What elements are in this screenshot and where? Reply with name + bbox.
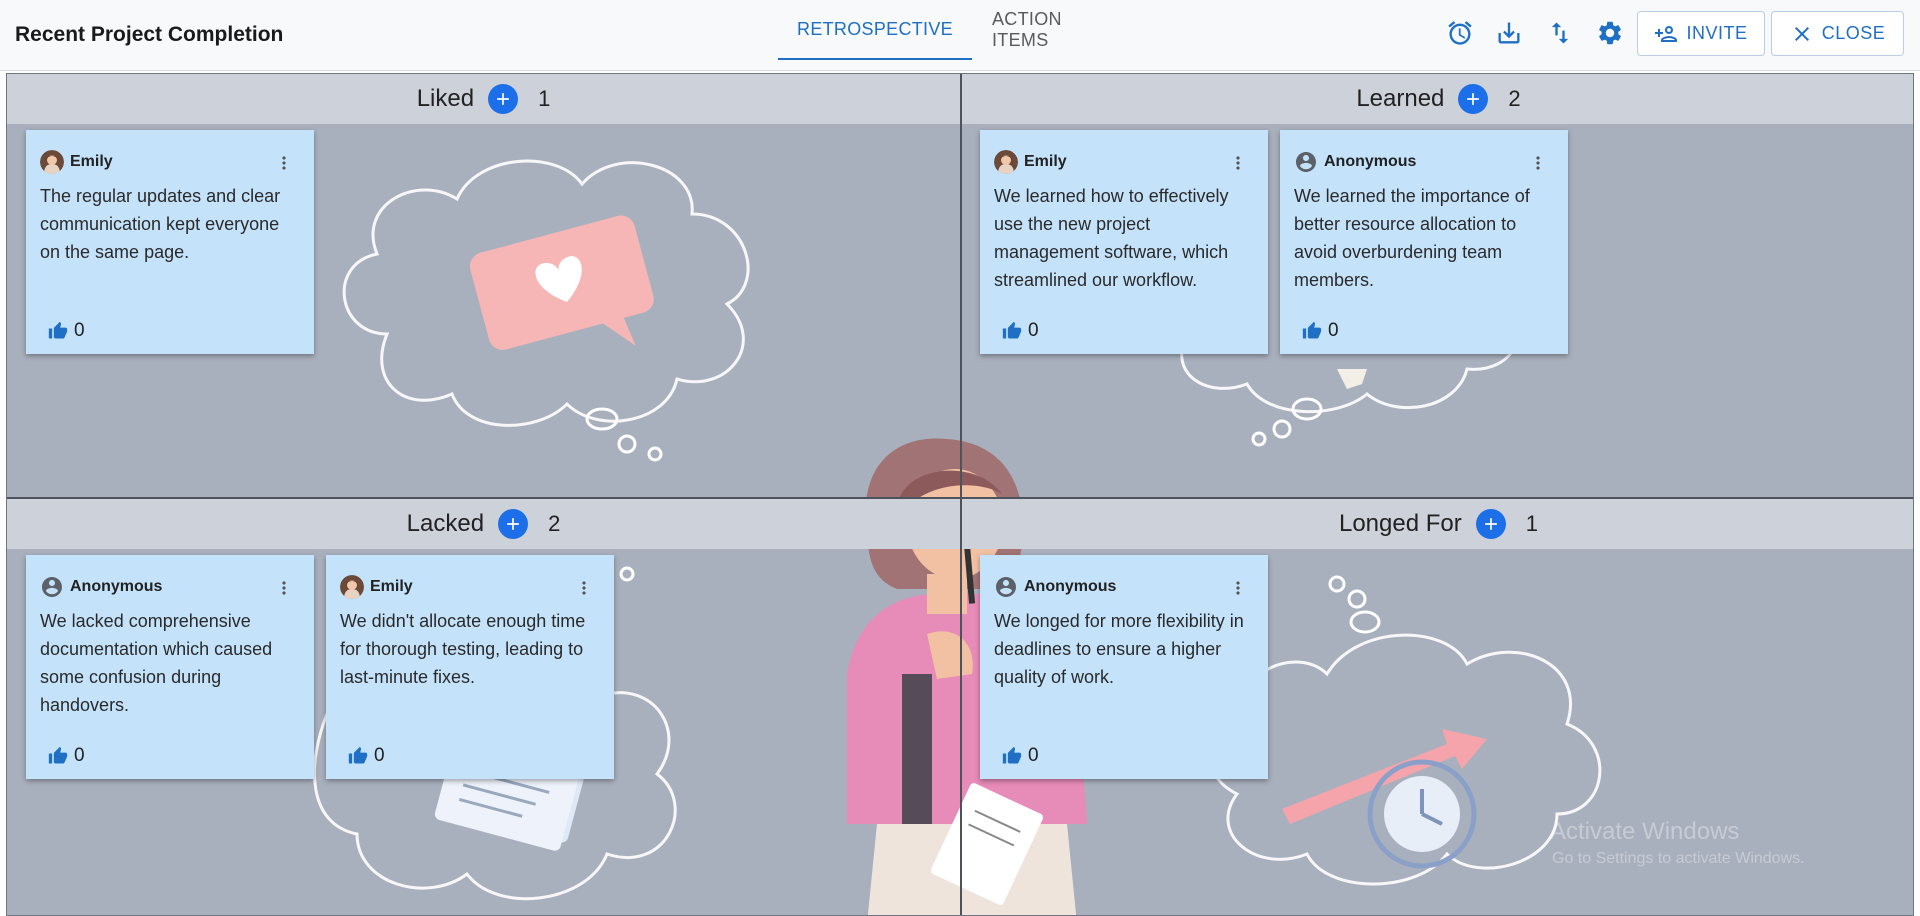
like-button[interactable]: 0 — [348, 745, 385, 767]
more-options-icon[interactable] — [1528, 152, 1548, 174]
thumbs-up-icon — [1302, 321, 1322, 341]
avatar — [40, 150, 64, 174]
retro-card[interactable]: Anonymous We learned the importance of b… — [1280, 130, 1568, 354]
section-count: 1 — [538, 86, 551, 111]
section-title: Lacked — [406, 510, 485, 537]
more-options-icon[interactable] — [1228, 577, 1248, 599]
card-author: Emily — [40, 150, 113, 174]
like-count: 0 — [74, 745, 85, 766]
thumbs-up-icon — [48, 746, 68, 766]
close-button[interactable]: CLOSE — [1771, 11, 1904, 56]
author-name: Emily — [370, 578, 413, 595]
card-author: Anonymous — [994, 575, 1116, 599]
retro-card[interactable]: Emily We didn't allocate enough time for… — [326, 555, 614, 779]
card-author: Emily — [340, 575, 413, 599]
plus-icon — [503, 514, 523, 534]
card-text: We didn't allocate enough time for thoro… — [340, 611, 586, 687]
section-title: Learned — [1356, 85, 1445, 112]
invite-label: INVITE — [1686, 23, 1748, 43]
more-options-icon[interactable] — [1228, 152, 1248, 174]
card-author: Anonymous — [1294, 150, 1416, 174]
add-person-icon — [1655, 25, 1678, 42]
alarm-icon[interactable] — [1445, 18, 1475, 48]
like-count: 0 — [374, 745, 385, 766]
tab-action-items[interactable]: ACTION ITEMS — [972, 0, 1142, 60]
section-header-learned: Learned 2 — [962, 74, 1913, 124]
section-count: 1 — [1525, 511, 1538, 536]
card-text: The regular updates and clear communicat… — [40, 186, 281, 262]
thumbs-up-icon — [1002, 321, 1022, 341]
os-activation-watermark-title: Activate Windows — [1550, 818, 1740, 845]
thumbs-up-icon — [48, 321, 68, 341]
add-card-button[interactable] — [488, 84, 519, 114]
thumbs-up-icon — [348, 746, 368, 766]
plus-icon — [1463, 89, 1483, 109]
gear-icon[interactable] — [1595, 18, 1625, 48]
avatar — [340, 575, 364, 599]
os-activation-watermark-subtitle: Go to Settings to activate Windows. — [1552, 850, 1805, 867]
section-title: Liked — [416, 85, 475, 112]
card-text: We lacked comprehensive documentation wh… — [40, 611, 273, 715]
invite-button[interactable]: INVITE — [1637, 11, 1765, 56]
like-count: 0 — [1028, 320, 1039, 341]
author-name: Anonymous — [1024, 578, 1117, 595]
section-title: Longed For — [1338, 510, 1462, 537]
section-header-lacked: Lacked 2 — [7, 499, 960, 549]
retro-card[interactable]: Emily We learned how to effectively use … — [980, 130, 1268, 354]
more-options-icon[interactable] — [574, 577, 594, 599]
section-header-longed-for: Longed For 1 — [962, 499, 1913, 549]
retro-card[interactable]: Anonymous We longed for more flexibility… — [980, 555, 1268, 779]
section-count: 2 — [1508, 86, 1521, 111]
person-icon — [994, 575, 1018, 599]
column-divider — [960, 74, 962, 915]
author-name: Emily — [70, 153, 113, 170]
plus-icon — [493, 89, 513, 109]
like-count: 0 — [74, 320, 85, 341]
section-header-liked: Liked 1 — [7, 74, 960, 124]
sort-icon[interactable] — [1545, 18, 1575, 48]
like-button[interactable]: 0 — [48, 320, 85, 342]
liked-thought-bubble-illustration — [342, 159, 750, 462]
retro-card[interactable]: Anonymous We lacked comprehensive docume… — [26, 555, 314, 779]
more-options-icon[interactable] — [274, 152, 294, 174]
retro-card[interactable]: Emily The regular updates and clear comm… — [26, 130, 314, 354]
add-card-button[interactable] — [1475, 509, 1506, 539]
like-button[interactable]: 0 — [1002, 320, 1039, 342]
like-button[interactable]: 0 — [1302, 320, 1339, 342]
retro-board: Liked 1 Learned 2 Lacked 2 Longed For 1 … — [6, 73, 1914, 916]
row-divider — [7, 497, 1913, 499]
thumbs-up-icon — [1002, 746, 1022, 766]
top-bar: Recent Project Completion RETROSPECTIVE … — [0, 0, 1920, 71]
person-icon — [1294, 150, 1318, 174]
like-count: 0 — [1328, 320, 1339, 341]
avatar — [994, 150, 1018, 174]
card-author: Emily — [994, 150, 1067, 174]
add-card-button[interactable] — [498, 509, 529, 539]
person-icon — [40, 575, 64, 599]
section-count: 2 — [548, 511, 561, 536]
plus-icon — [1481, 514, 1501, 534]
like-button[interactable]: 0 — [48, 745, 85, 767]
author-name: Anonymous — [70, 578, 163, 595]
like-count: 0 — [1028, 745, 1039, 766]
close-label: CLOSE — [1821, 23, 1886, 43]
author-name: Emily — [1024, 153, 1067, 170]
card-author: Anonymous — [40, 575, 162, 599]
author-name: Anonymous — [1324, 153, 1417, 170]
card-text: We longed for more flexibility in deadli… — [994, 611, 1244, 687]
more-options-icon[interactable] — [274, 577, 294, 599]
like-button[interactable]: 0 — [1002, 745, 1039, 767]
download-icon[interactable] — [1494, 18, 1524, 48]
card-text: We learned the importance of better reso… — [1294, 186, 1530, 290]
tab-bar: RETROSPECTIVE ACTION ITEMS — [778, 0, 1142, 71]
add-card-button[interactable] — [1458, 84, 1489, 114]
tab-retrospective[interactable]: RETROSPECTIVE — [778, 0, 972, 60]
close-icon — [1794, 26, 1809, 41]
page-title: Recent Project Completion — [15, 23, 284, 46]
card-text: We learned how to effectively use the ne… — [994, 186, 1229, 290]
